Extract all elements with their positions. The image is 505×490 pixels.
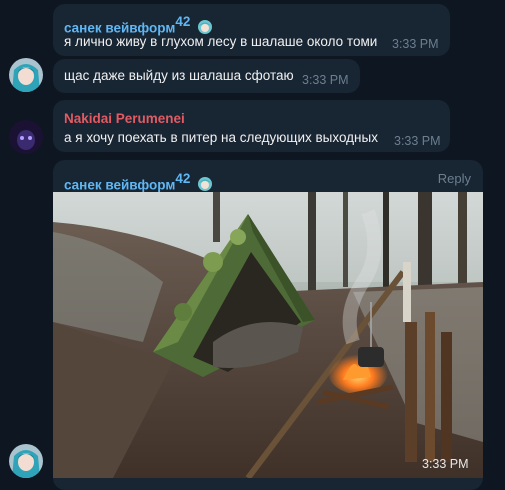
photo-time: 3:33 PM <box>422 457 469 471</box>
message-text: щас даже выйду из шалаша сфотаю <box>64 68 294 83</box>
anime-girl-avatar-icon <box>9 444 43 478</box>
message-time: 3:33 PM <box>302 73 349 87</box>
message-time: 3:33 PM <box>392 37 439 51</box>
user-avatar[interactable] <box>9 58 43 92</box>
reply-button[interactable]: Reply <box>438 171 471 186</box>
message-bubble[interactable]: щас даже выйду из шалаша сфотаю 3:33 PM <box>53 59 360 93</box>
message-text: я лично живу в глухом лесу в шалаше окол… <box>64 34 378 49</box>
message-bubble[interactable]: санек вейвформ42 я лично живу в глухом л… <box>53 4 450 56</box>
forest-shelter-photo <box>53 192 483 478</box>
sender-name[interactable]: Nakidai Perumenei <box>64 111 185 126</box>
message-photo[interactable]: 3:33 PM <box>53 192 483 478</box>
message-bubble[interactable]: Nakidai Perumenei а я хочу поехать в пит… <box>53 100 450 152</box>
sender-badge: 42 <box>175 14 191 29</box>
sender-badge: 42 <box>175 171 191 186</box>
user-avatar[interactable] <box>9 444 43 478</box>
message-text: а я хочу поехать в питер на следующих вы… <box>64 130 378 145</box>
message-time: 3:33 PM <box>394 134 441 148</box>
dark-purple-avatar-icon <box>9 120 43 154</box>
user-avatar[interactable] <box>9 120 43 154</box>
anime-girl-avatar-icon <box>9 58 43 92</box>
